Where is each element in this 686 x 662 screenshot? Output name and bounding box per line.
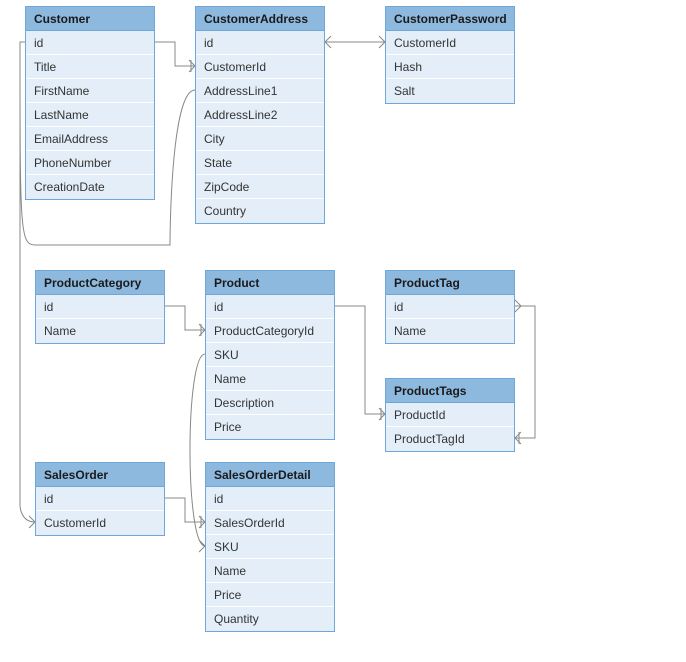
entity-header: SalesOrder (36, 463, 164, 487)
entity-header: Product (206, 271, 334, 295)
entity-customer-address[interactable]: CustomerAddress id CustomerId AddressLin… (195, 6, 325, 224)
entity-header: ProductTag (386, 271, 514, 295)
entity-customer-password[interactable]: CustomerPassword CustomerId Hash Salt (385, 6, 515, 104)
field-customerid: CustomerId (36, 511, 164, 535)
field-id: id (196, 31, 324, 55)
field-id: id (206, 295, 334, 319)
field-id: id (36, 487, 164, 511)
field-zipcode: ZipCode (196, 175, 324, 199)
field-name: Name (206, 367, 334, 391)
field-sku: SKU (206, 535, 334, 559)
field-sku: SKU (206, 343, 334, 367)
field-city: City (196, 127, 324, 151)
field-email: EmailAddress (26, 127, 154, 151)
field-customerid: CustomerId (196, 55, 324, 79)
entity-product-tag[interactable]: ProductTag id Name (385, 270, 515, 344)
field-firstname: FirstName (26, 79, 154, 103)
entity-sales-order[interactable]: SalesOrder id CustomerId (35, 462, 165, 536)
entity-header: CustomerPassword (386, 7, 514, 31)
entity-header: CustomerAddress (196, 7, 324, 31)
entity-header: ProductTags (386, 379, 514, 403)
field-hash: Hash (386, 55, 514, 79)
field-id: id (36, 295, 164, 319)
field-salesorderid: SalesOrderId (206, 511, 334, 535)
entity-product[interactable]: Product id ProductCategoryId SKU Name De… (205, 270, 335, 440)
entity-product-tags[interactable]: ProductTags ProductId ProductTagId (385, 378, 515, 452)
entity-header: Customer (26, 7, 154, 31)
field-id: id (386, 295, 514, 319)
field-id: id (206, 487, 334, 511)
entity-product-category[interactable]: ProductCategory id Name (35, 270, 165, 344)
field-salt: Salt (386, 79, 514, 103)
entity-header: ProductCategory (36, 271, 164, 295)
field-productcategoryid: ProductCategoryId (206, 319, 334, 343)
field-productid: ProductId (386, 403, 514, 427)
field-lastname: LastName (26, 103, 154, 127)
field-producttagid: ProductTagId (386, 427, 514, 451)
field-description: Description (206, 391, 334, 415)
field-creationdate: CreationDate (26, 175, 154, 199)
field-price: Price (206, 583, 334, 607)
field-price: Price (206, 415, 334, 439)
field-addressline2: AddressLine2 (196, 103, 324, 127)
entity-customer[interactable]: Customer id Title FirstName LastName Ema… (25, 6, 155, 200)
field-country: Country (196, 199, 324, 223)
field-name: Name (386, 319, 514, 343)
field-name: Name (36, 319, 164, 343)
field-title: Title (26, 55, 154, 79)
field-phone: PhoneNumber (26, 151, 154, 175)
field-addressline1: AddressLine1 (196, 79, 324, 103)
entity-sales-order-detail[interactable]: SalesOrderDetail id SalesOrderId SKU Nam… (205, 462, 335, 632)
field-state: State (196, 151, 324, 175)
entity-header: SalesOrderDetail (206, 463, 334, 487)
field-customerid: CustomerId (386, 31, 514, 55)
field-quantity: Quantity (206, 607, 334, 631)
field-name: Name (206, 559, 334, 583)
field-id: id (26, 31, 154, 55)
